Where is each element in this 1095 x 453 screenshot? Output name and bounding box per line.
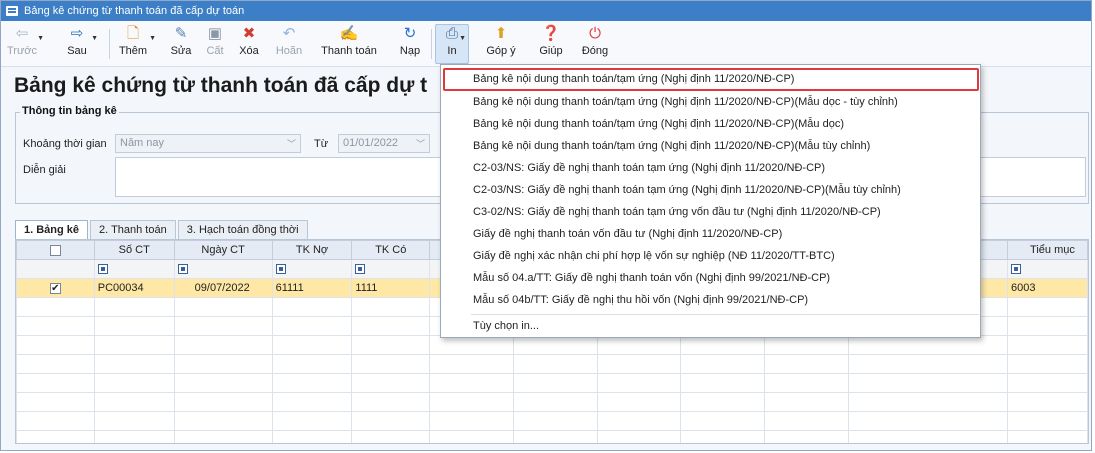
payment-button[interactable]: ✍ Thanh toán (318, 25, 380, 63)
menu-item-print-8[interactable]: Giấy đề nghị thanh toán vốn đầu tư (Nghị… (473, 228, 782, 240)
sub-item: 6003 (1007, 278, 1088, 298)
load-button[interactable]: ↻ Nạp (395, 25, 425, 63)
printer-icon: ⎙ (445, 25, 458, 42)
column-header[interactable]: TK Có (351, 240, 431, 260)
next-button[interactable]: ⇨ Sau ▼ (63, 25, 98, 63)
add-button[interactable]: 🗋 Thêm ▼ (117, 25, 156, 63)
filter-icon[interactable] (275, 264, 286, 275)
delete-button[interactable]: ✖ Xóa (237, 25, 261, 63)
new-document-icon: 🗋 (126, 25, 140, 42)
column-header[interactable]: TK Nợ (271, 240, 353, 260)
chevron-down-icon: ﹀ (415, 139, 425, 149)
menu-item-print-9[interactable]: Giấy đề nghị xác nhận chi phí hợp lệ vốn… (473, 250, 835, 262)
print-button[interactable]: ⎙ In ▼ (435, 24, 469, 64)
save-button[interactable]: ▣ Cất (204, 25, 226, 63)
feedback-button[interactable]: ⬆ Góp ý (482, 25, 520, 63)
column-header[interactable]: Ngày CT (173, 240, 273, 260)
column-header[interactable]: Tiểu mục (1007, 240, 1088, 260)
toolbar-separator (431, 29, 432, 59)
save-icon: ▣ (207, 25, 223, 42)
menu-item-print-6[interactable]: C2-03/NS: Giấy đề nghị thanh toán tạm ứn… (473, 184, 901, 196)
description-label: Diễn giải (23, 164, 66, 176)
tab-payment[interactable]: 2. Thanh toán (90, 220, 176, 240)
table-row[interactable] (16, 430, 1088, 443)
feedback-icon: ⬆ (494, 25, 508, 42)
arrow-right-icon: ⇨ (70, 25, 84, 42)
toolbar: ⇦ Trước ▼ ⇨ Sau ▼ 🗋 Thêm ▼ ✎ Sửa ▣ Cất ✖… (1, 21, 1091, 67)
filter-icon[interactable] (1011, 264, 1022, 275)
edit-button[interactable]: ✎ Sửa (169, 25, 193, 63)
delete-document-icon: ✖ (242, 25, 256, 42)
tab-list[interactable]: 1. Bảng kê (15, 220, 89, 240)
table-row[interactable] (16, 411, 1088, 431)
checkbox[interactable] (49, 244, 61, 256)
table-row[interactable] (16, 392, 1088, 412)
app-window: Bảng kê chứng từ thanh toán đã cấp dự to… (0, 0, 1092, 451)
select-all-header[interactable] (16, 240, 95, 260)
menu-item-print-1[interactable]: Bảng kê nội dung thanh toán/tạm ứng (Ngh… (473, 73, 794, 85)
period-select[interactable]: Năm nay ﹀ (115, 134, 301, 153)
tab-bar: 1. Bảng kê 2. Thanh toán 3. Hạch toán đồ… (15, 220, 310, 240)
info-group-title: Thông tin bảng kê (20, 105, 119, 117)
table-row[interactable] (16, 354, 1088, 374)
menu-item-print-10[interactable]: Mẫu số 04.a/TT: Giấy đề nghị thanh toán … (473, 272, 830, 284)
voucher-date: 09/07/2022 (173, 278, 273, 298)
menu-item-print-2[interactable]: Bảng kê nội dung thanh toán/tạm ứng (Ngh… (473, 96, 898, 108)
undo-button[interactable]: ↶ Hoãn (273, 25, 305, 63)
menu-item-print-4[interactable]: Bảng kê nội dung thanh toán/tạm ứng (Ngh… (473, 140, 870, 152)
toolbar-separator (109, 29, 110, 59)
edit-document-icon: ✎ (174, 25, 188, 42)
chevron-down-icon: ▼ (37, 35, 44, 42)
menu-item-print-5[interactable]: C2-03/NS: Giấy đề nghị thanh toán tạm ứn… (473, 162, 825, 174)
debit-account: 61111 (271, 278, 353, 298)
column-header[interactable]: Số CT (93, 240, 175, 260)
window-icon (6, 6, 18, 16)
refresh-icon: ↻ (403, 25, 417, 42)
tab-accounting[interactable]: 3. Hạch toán đồng thời (177, 220, 308, 240)
table-row[interactable] (16, 335, 1088, 355)
help-button[interactable]: ❓ Giúp (536, 25, 566, 63)
chevron-down-icon: ▼ (149, 35, 156, 42)
row-checkbox[interactable]: ✔ (49, 282, 61, 294)
menu-separator (471, 314, 979, 315)
filter-icon[interactable] (355, 264, 366, 275)
filter-icon[interactable] (177, 264, 188, 275)
credit-account: 1111 (351, 278, 431, 298)
page-title: Bảng kê chứng từ thanh toán đã cấp dự t (14, 74, 428, 97)
title-bar: Bảng kê chứng từ thanh toán đã cấp dự to… (1, 1, 1091, 21)
close-button[interactable]: ⏻ Đóng (578, 25, 612, 63)
voucher-number: PC00034 (93, 278, 175, 298)
menu-item-print-7[interactable]: C3-02/NS: Giấy đề nghị thanh toán tạm ứn… (473, 206, 881, 218)
description-field-right[interactable] (976, 157, 1086, 197)
period-label: Khoảng thời gian (23, 138, 107, 150)
help-icon: ❓ (541, 25, 561, 42)
from-date-field[interactable]: 01/01/2022 ﹀ (338, 134, 430, 153)
chevron-down-icon: ﹀ (286, 139, 296, 149)
chevron-down-icon: ▼ (91, 35, 98, 42)
menu-item-print-11[interactable]: Mẫu số 04b/TT: Giấy đề nghị thu hồi vốn … (473, 294, 808, 306)
window-title: Bảng kê chứng từ thanh toán đã cấp dự to… (24, 5, 245, 17)
menu-item-print-3[interactable]: Bảng kê nội dung thanh toán/tạm ứng (Ngh… (473, 118, 844, 130)
power-icon: ⏻ (589, 25, 601, 42)
back-button[interactable]: ⇦ Trước ▼ (7, 25, 44, 63)
undo-icon: ↶ (282, 25, 296, 42)
pen-icon: ✍ (339, 25, 359, 42)
print-dropdown-menu: Bảng kê nội dung thanh toán/tạm ứng (Ngh… (440, 64, 981, 338)
menu-item-print-options[interactable]: Tùy chọn in... (473, 320, 539, 332)
filter-icon[interactable] (97, 264, 108, 275)
from-label: Từ (314, 138, 329, 150)
description-field[interactable] (115, 157, 445, 197)
table-row[interactable] (16, 373, 1088, 393)
chevron-down-icon: ▼ (459, 35, 466, 42)
arrow-left-icon: ⇦ (15, 25, 29, 42)
